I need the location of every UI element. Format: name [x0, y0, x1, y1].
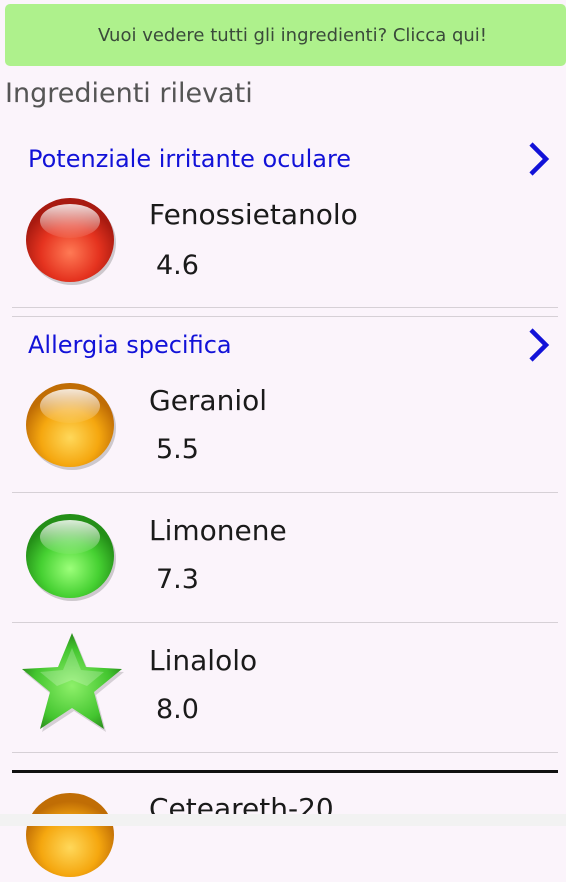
bottom-edge: [0, 814, 566, 826]
all-ingredients-banner[interactable]: Vuoi vedere tutti gli ingredienti? Clicc…: [5, 4, 566, 66]
ingredient-score: 5.5: [156, 434, 199, 465]
chevron-right-icon: [529, 142, 550, 176]
ingredient-name: Geraniol: [149, 384, 268, 417]
group-header-specific-allergy[interactable]: Allergia specifica: [28, 325, 566, 365]
ingredient-score: 4.6: [156, 250, 199, 281]
green-star-icon: [22, 633, 124, 732]
ingredient-name: Limonene: [149, 514, 287, 547]
orange-ball-icon: [26, 793, 114, 877]
divider: [12, 622, 558, 623]
divider: [12, 752, 558, 753]
group-separator: [12, 770, 558, 773]
ingredient-name: Fenossietanolo: [149, 198, 358, 231]
section-title: Ingredienti rilevati: [5, 78, 253, 109]
ingredient-score: 8.0: [156, 694, 199, 725]
ingredient-score: 7.3: [156, 564, 199, 595]
orange-ball-icon: [26, 383, 116, 470]
ingredient-name: Linalolo: [149, 644, 258, 677]
divider: [12, 316, 558, 317]
group-title: Potenziale irritante oculare: [28, 145, 352, 173]
divider: [12, 307, 558, 308]
divider: [12, 492, 558, 493]
red-ball-icon: [26, 198, 116, 285]
group-title: Allergia specifica: [28, 331, 232, 359]
green-ball-icon: [26, 514, 116, 601]
banner-text: Vuoi vedere tutti gli ingredienti? Clicc…: [97, 24, 488, 46]
chevron-right-icon: [529, 328, 550, 362]
group-header-eye-irritant[interactable]: Potenziale irritante oculare: [28, 139, 566, 179]
